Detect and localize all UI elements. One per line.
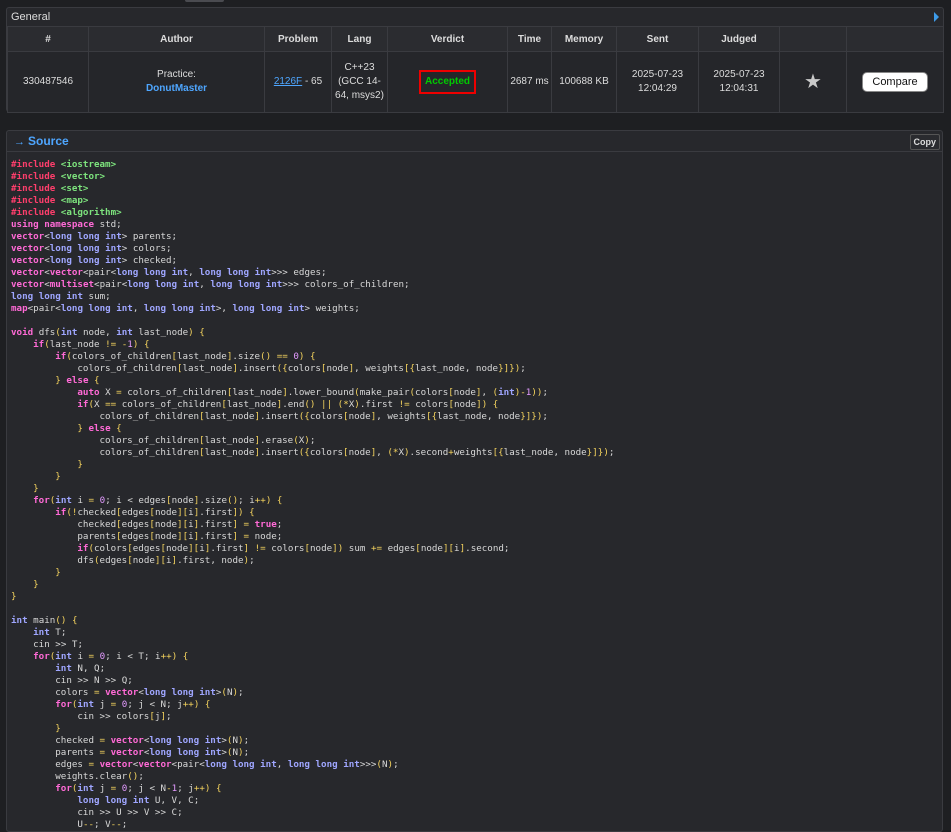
col-header-lang: Lang: [331, 26, 388, 52]
code-line: #include <vector>: [11, 171, 106, 182]
code-line: void dfs(int node, int last_node) {: [11, 327, 205, 338]
code-line: for(int i = 0; i < T; i++) {: [33, 651, 189, 662]
code-line: long long int U, V, C;: [77, 795, 200, 806]
code-line: #include <set>: [11, 183, 89, 194]
code-line: ​: [11, 315, 614, 327]
code-line: dfs(edges[node][i].first, node);: [77, 555, 255, 566]
copy-button[interactable]: Copy: [909, 134, 940, 150]
code-line: }: [55, 471, 61, 482]
code-line: int T;: [33, 627, 67, 638]
col-header-time: Time: [507, 26, 552, 52]
submission-id: 330487546: [7, 51, 89, 113]
code-line: for(int i = 0; i < edges[node].size(); i…: [33, 495, 283, 506]
code-line: if(X == colors_of_children[last_node].en…: [77, 399, 499, 410]
col-header-memory: Memory: [551, 26, 617, 52]
code-line: } else {: [55, 375, 100, 386]
code-line: vector<long long int> checked;: [11, 255, 178, 266]
col-header-id: #: [7, 26, 89, 52]
code-line: }: [55, 723, 61, 734]
problem-link[interactable]: 2126F: [274, 76, 302, 87]
memory-cell: 100688 KB: [551, 51, 617, 113]
time-cell: 2687 ms: [507, 51, 552, 113]
source-title-label: Source: [28, 134, 69, 148]
code-line: ​: [11, 603, 614, 615]
verdict-cell: Accepted: [387, 51, 508, 113]
code-line: int N, Q;: [55, 663, 106, 674]
code-line: if(colors[edges[node][i].first] != color…: [77, 543, 510, 554]
code-line: int main() {: [11, 615, 78, 626]
author-prefix: Practice:: [157, 69, 196, 80]
code-line: long long int sum;: [11, 291, 111, 302]
code-line: checked = vector<long long int>(N);: [55, 735, 250, 746]
col-header-author: Author: [88, 26, 265, 52]
code-line: for(int j = 0; j < N-1; j++) {: [55, 783, 222, 794]
sent-cell: 2025-07-23 12:04:29: [616, 51, 699, 113]
author-cell: Practice: DonutMaster: [88, 51, 265, 113]
code-line: colors_of_children[last_node].erase(X);: [99, 435, 316, 446]
arrow-right-icon: →: [14, 136, 25, 148]
code-line: #include <map>: [11, 195, 89, 206]
code-line: #include <algorithm>: [11, 207, 122, 218]
col-header-verdict: Verdict: [387, 26, 508, 52]
collapse-arrow-icon[interactable]: [934, 12, 939, 22]
code-line: parents[edges[node][i].first] = node;: [77, 531, 283, 542]
code-line: using namespace std;: [11, 219, 122, 230]
code-line: vector<vector<pair<long long int, long l…: [11, 267, 327, 278]
compare-button[interactable]: Compare: [862, 72, 928, 92]
submission-table: # Author Problem Lang Verdict Time Memor…: [7, 26, 944, 113]
code-line: if(colors_of_children[last_node].size() …: [55, 351, 316, 362]
code-line: if(last_node != -1) {: [33, 339, 150, 350]
table-row: 330487546 Practice: DonutMaster 2126F - …: [7, 51, 944, 113]
code-line: vector<multiset<pair<long long int, long…: [11, 279, 410, 290]
general-header[interactable]: General: [7, 8, 943, 26]
col-header-sent: Sent: [616, 26, 699, 52]
favorite-cell: ★: [779, 51, 847, 113]
code-line: colors_of_children[last_node].insert({co…: [99, 411, 548, 422]
compare-cell: Compare: [846, 51, 944, 113]
code-line: }: [55, 567, 61, 578]
code-line: weights.clear();: [55, 771, 144, 782]
code-line: }: [33, 579, 39, 590]
problem-cell: 2126F - 65: [264, 51, 332, 113]
source-header: → Source Copy: [7, 131, 942, 152]
code-line: vector<long long int> parents;: [11, 231, 178, 242]
code-line: }: [33, 483, 39, 494]
code-line: #include <iostream>: [11, 159, 117, 170]
code-line: colors_of_children[last_node].insert({co…: [99, 447, 615, 458]
star-icon[interactable]: ★: [804, 72, 822, 92]
verdict-badge: Accepted: [418, 70, 476, 94]
general-panel: General # Author Problem Lang Verdict Ti…: [6, 7, 944, 113]
code-line: auto X = colors_of_children[last_node].l…: [77, 387, 548, 398]
general-title: General: [11, 11, 51, 23]
code-line: map<pair<long long int, long long int>, …: [11, 303, 360, 314]
judged-cell: 2025-07-23 12:04:31: [698, 51, 780, 113]
code-line: } else {: [77, 423, 122, 434]
source-code[interactable]: #include <iostream> #include <vector> #inc…: [11, 159, 614, 831]
code-line: parents = vector<long long int>(N);: [55, 747, 250, 758]
code-line: checked[edges[node][i].first] = true;: [77, 519, 283, 530]
code-line: for(int j = 0; j < N; j++) {: [55, 699, 211, 710]
code-line: }: [11, 591, 17, 602]
code-line: cin >> T;: [33, 639, 83, 650]
code-line: cin >> colors[j];: [77, 711, 172, 722]
lang-cell: C++23 (GCC 14-64, msys2): [331, 51, 388, 113]
code-line: cin >> N >> Q;: [55, 675, 133, 686]
author-link[interactable]: DonutMaster: [90, 82, 263, 96]
col-header-compare: [846, 26, 944, 52]
code-line: colors = vector<long long int>(N);: [55, 687, 244, 698]
code-line: vector<long long int> colors;: [11, 243, 172, 254]
col-header-judged: Judged: [698, 26, 780, 52]
source-panel: → Source Copy #include <iostream> #include…: [6, 130, 943, 832]
code-line: if(!checked[edges[node][i].first]) {: [55, 507, 255, 518]
col-header-problem: Problem: [264, 26, 332, 52]
table-header-row: # Author Problem Lang Verdict Time Memor…: [7, 26, 944, 52]
problem-score: - 65: [302, 76, 323, 87]
code-line: }: [77, 459, 83, 470]
code-line: colors_of_children[last_node].insert({co…: [77, 363, 526, 374]
top-tab-stub: [185, 0, 224, 2]
col-header-favorite: [779, 26, 847, 52]
source-title[interactable]: → Source: [14, 134, 69, 148]
code-line: edges = vector<vector<pair<long long int…: [55, 759, 399, 770]
code-line: U--; V--;: [77, 819, 128, 830]
